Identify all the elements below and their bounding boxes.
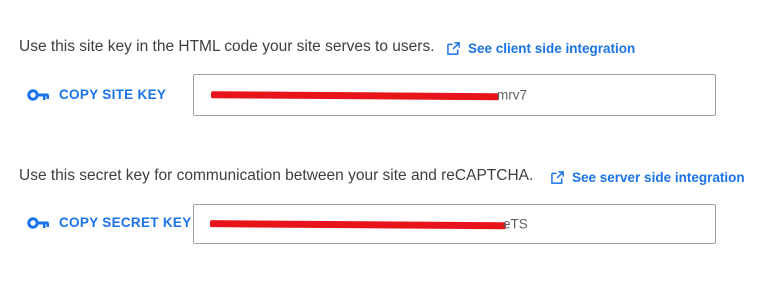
open-in-new-icon: [551, 171, 564, 184]
copy-secret-key-label: COPY SECRET KEY: [59, 215, 192, 230]
secret-key-field[interactable]: eTS: [193, 204, 716, 244]
site-key-field[interactable]: mrv7: [193, 74, 716, 116]
client-side-integration-label: See client side integration: [468, 41, 636, 56]
secret-key-instruction: Use this secret key for communication be…: [19, 167, 534, 184]
key-icon: [27, 216, 49, 229]
secret-key-value: eTS: [503, 216, 528, 232]
secret-key-redaction: [209, 220, 507, 230]
site-key-value: mrv7: [497, 87, 527, 103]
copy-secret-key-button[interactable]: COPY SECRET KEY: [27, 215, 192, 230]
key-icon: [27, 88, 49, 101]
site-key-redaction: [210, 91, 500, 101]
copy-site-key-button[interactable]: COPY SITE KEY: [27, 87, 166, 102]
site-key-instruction: Use this site key in the HTML code your …: [19, 38, 435, 55]
open-in-new-icon: [447, 42, 460, 55]
server-side-integration-label: See server side integration: [572, 170, 745, 185]
copy-site-key-label: COPY SITE KEY: [59, 87, 167, 102]
server-side-integration-link[interactable]: See server side integration: [551, 170, 745, 185]
client-side-integration-link[interactable]: See client side integration: [447, 41, 635, 56]
